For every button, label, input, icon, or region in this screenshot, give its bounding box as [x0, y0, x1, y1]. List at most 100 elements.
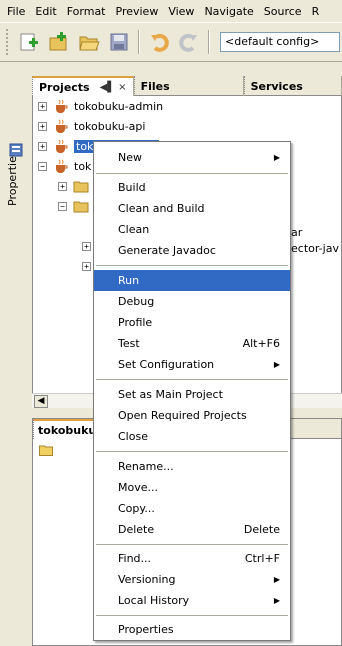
new-project-icon [49, 32, 67, 51]
toolbar-grip[interactable] [6, 29, 10, 55]
menu-item-run[interactable]: Run [94, 270, 290, 291]
menu-item-label: Copy... [118, 502, 155, 515]
navigator-title[interactable]: tokobuku [33, 418, 101, 439]
menu-item-label: Local History [118, 594, 190, 607]
java-project-icon [56, 139, 68, 153]
menu-item-label: Set as Main Project [118, 388, 223, 401]
tree-item[interactable]: − [58, 198, 94, 214]
tree-item[interactable]: + [58, 178, 94, 194]
tab-services-label: Services [250, 79, 303, 93]
menu-item-clean[interactable]: Clean [94, 219, 290, 240]
new-project-button[interactable] [46, 29, 72, 55]
tree-item[interactable]: + [82, 238, 91, 254]
menu-separator [96, 265, 288, 267]
menu-item-set-configuration[interactable]: Set Configuration ▶ [94, 354, 290, 375]
menu-item-label: New [118, 151, 142, 164]
menu-item-label: Clean and Build [118, 202, 205, 215]
tree-item[interactable]: + tokobuku-api [38, 118, 145, 134]
tree-item[interactable]: − tok [38, 158, 91, 174]
java-project-icon [56, 159, 68, 173]
menu-preview[interactable]: Preview [111, 5, 164, 18]
java-project-icon [56, 99, 68, 113]
menu-separator [96, 544, 288, 546]
properties-icon [9, 143, 23, 157]
tab-projects[interactable]: Projects ◀▌ × [32, 76, 134, 96]
tab-controls[interactable]: ◀▌ × [100, 82, 127, 93]
expand-icon[interactable]: + [38, 121, 47, 131]
expand-icon[interactable]: + [58, 181, 67, 191]
toolbar: <default config> [0, 22, 342, 62]
obscured-tree-text: ar [291, 226, 303, 239]
submenu-arrow-icon: ▶ [273, 575, 280, 584]
menu-item-copy[interactable]: Copy... [94, 498, 290, 519]
menu-shortcut: Alt+F6 [242, 337, 280, 350]
menu-view[interactable]: View [163, 5, 199, 18]
menu-separator [96, 379, 288, 381]
menu-edit[interactable]: Edit [30, 5, 61, 18]
menu-separator [96, 173, 288, 175]
menu-item-label: Test [118, 337, 140, 350]
submenu-arrow-icon: ▶ [273, 153, 280, 162]
menu-item-new[interactable]: New ▶ [94, 147, 290, 168]
menu-item-profile[interactable]: Profile [94, 312, 290, 333]
menu-format[interactable]: Format [62, 5, 111, 18]
menu-item-test[interactable]: Test Alt+F6 [94, 333, 290, 354]
menu-item-move[interactable]: Move... [94, 477, 290, 498]
menu-item-find[interactable]: Find... Ctrl+F [94, 548, 290, 569]
menu-item-open-required-projects[interactable]: Open Required Projects [94, 405, 290, 426]
menu-item-label: Generate Javadoc [118, 244, 216, 257]
toolbar-separator-2 [208, 30, 210, 54]
collapse-icon[interactable]: − [38, 161, 47, 171]
menu-file[interactable]: File [2, 5, 30, 18]
obscured-tree-text: ector-jav [291, 242, 339, 255]
menu-item-local-history[interactable]: Local History ▶ [94, 590, 290, 611]
expand-icon[interactable]: + [38, 141, 47, 151]
save-icon [110, 33, 128, 51]
config-select[interactable]: <default config> [220, 32, 340, 52]
properties-side-tab[interactable]: Properties [0, 64, 32, 646]
tree-item-label: tok [74, 159, 92, 173]
java-project-icon [56, 119, 68, 133]
tab-services[interactable]: Services [243, 76, 342, 96]
menu-bar: File Edit Format Preview View Navigate S… [0, 0, 342, 22]
tree-item[interactable]: + [82, 258, 91, 274]
submenu-arrow-icon: ▶ [273, 596, 280, 605]
menu-item-rename[interactable]: Rename... [94, 456, 290, 477]
save-all-button[interactable] [106, 29, 132, 55]
menu-item-label: Delete [118, 523, 155, 536]
menu-source[interactable]: Source [259, 5, 307, 18]
tree-item-label: tokobuku-api [74, 119, 146, 133]
redo-icon [179, 33, 197, 52]
menu-item-label: Close [118, 430, 148, 443]
panel-tabs: Projects ◀▌ × Files Services [32, 76, 342, 96]
collapse-icon[interactable]: − [58, 201, 67, 211]
new-file-button[interactable] [16, 29, 42, 55]
menu-item-versioning[interactable]: Versioning ▶ [94, 569, 290, 590]
menu-item-set-main-project[interactable]: Set as Main Project [94, 384, 290, 405]
expand-icon[interactable]: + [38, 101, 47, 111]
menu-separator [96, 451, 288, 453]
expand-icon[interactable]: + [82, 241, 91, 251]
menu-item-properties[interactable]: Properties [94, 619, 290, 640]
folder-icon [73, 181, 89, 193]
open-project-button[interactable] [76, 29, 102, 55]
tree-item[interactable]: + tokobuku-admin [38, 98, 163, 114]
open-folder-icon [79, 36, 100, 51]
menu-item-build[interactable]: Build [94, 177, 290, 198]
menu-refactor[interactable]: R [307, 5, 325, 18]
menu-item-delete[interactable]: Delete Delete [94, 519, 290, 540]
menu-item-close[interactable]: Close [94, 426, 290, 447]
expand-icon[interactable]: + [82, 261, 91, 271]
tab-files[interactable]: Files [133, 76, 244, 96]
menu-item-clean-and-build[interactable]: Clean and Build [94, 198, 290, 219]
redo-button[interactable] [176, 29, 202, 55]
tree-item-label: tokobuku-admin [74, 99, 164, 113]
tab-files-label: Files [140, 79, 170, 93]
menu-item-debug[interactable]: Debug [94, 291, 290, 312]
tab-projects-label: Projects [39, 80, 90, 94]
scroll-left-icon[interactable]: ◀ [34, 395, 48, 408]
menu-item-generate-javadoc[interactable]: Generate Javadoc [94, 240, 290, 261]
toolbar-separator [138, 30, 140, 54]
undo-button[interactable] [146, 29, 172, 55]
menu-navigate[interactable]: Navigate [199, 5, 258, 18]
